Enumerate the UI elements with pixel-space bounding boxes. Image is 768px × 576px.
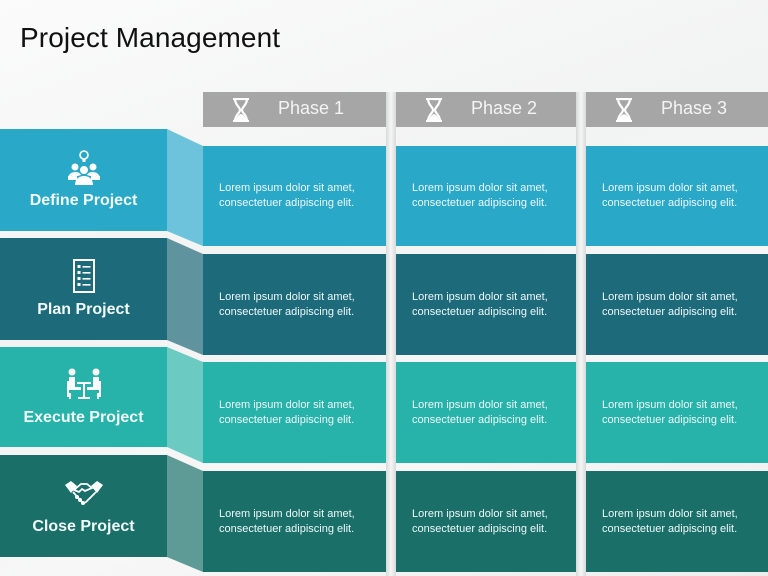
row-name: Define Project: [29, 192, 138, 209]
cell-line: Lorem ipsum dolor sit amet,: [412, 507, 548, 520]
cell-text: Lorem ipsum dolor sit amet, consectetuer …: [412, 290, 548, 320]
row-label-close-project: Close Project: [0, 455, 167, 557]
grid-cell: Lorem ipsum dolor sit amet, consectetuer …: [586, 254, 768, 355]
column-divider: [386, 92, 396, 576]
cell-line: consectetuer adipiscing elit.: [219, 413, 355, 426]
page-title: Project Management: [20, 22, 281, 53]
grid-cell: Lorem ipsum dolor sit amet, consectetuer …: [396, 471, 576, 572]
cell-text: Lorem ipsum dolor sit amet, consectetuer …: [219, 398, 355, 428]
fold-connector: [167, 455, 203, 572]
cell-text: Lorem ipsum dolor sit amet, consectetuer …: [602, 507, 738, 537]
cell-text: Lorem ipsum dolor sit amet, consectetuer …: [602, 181, 738, 211]
cell-line: consectetuer adipiscing elit.: [412, 522, 548, 535]
cell-text: Lorem ipsum dolor sit amet, consectetuer …: [602, 290, 738, 320]
cell-text: Lorem ipsum dolor sit amet, consectetuer …: [602, 398, 738, 428]
grid-cell: Lorem ipsum dolor sit amet, consectetuer …: [396, 362, 576, 463]
cell-line: consectetuer adipiscing elit.: [602, 413, 738, 426]
grid-cell: Lorem ipsum dolor sit amet, consectetuer …: [203, 146, 386, 246]
grid-cell: Lorem ipsum dolor sit amet, consectetuer …: [396, 254, 576, 355]
row-name: Execute Project: [23, 409, 144, 426]
fold-connector: [167, 347, 203, 463]
cell-line: consectetuer adipiscing elit.: [412, 305, 548, 318]
hourglass-icon: [616, 98, 632, 122]
column-divider: [576, 92, 586, 576]
hourglass-icon: [426, 98, 442, 122]
cell-line: consectetuer adipiscing elit.: [219, 305, 355, 318]
cell-line: Lorem ipsum dolor sit amet,: [602, 398, 738, 411]
cell-line: consectetuer adipiscing elit.: [602, 305, 738, 318]
grid-cell: Lorem ipsum dolor sit amet, consectetuer …: [203, 471, 386, 572]
handshake-icon: [64, 481, 103, 505]
cell-line: consectetuer adipiscing elit.: [219, 522, 355, 535]
cell-text: Lorem ipsum dolor sit amet, consectetuer …: [219, 507, 355, 537]
cell-line: consectetuer adipiscing elit.: [602, 197, 738, 209]
row-name: Plan Project: [37, 301, 130, 318]
cell-text: Lorem ipsum dolor sit amet, consectetuer …: [412, 398, 548, 428]
cell-text: Lorem ipsum dolor sit amet, consectetuer …: [412, 181, 548, 211]
checklist-icon: [72, 259, 95, 293]
hourglass-icon: [233, 98, 249, 122]
grid-cell: Lorem ipsum dolor sit amet, consectetuer …: [203, 254, 386, 355]
phase-label: Phase 2: [471, 98, 538, 118]
cell-line: Lorem ipsum dolor sit amet,: [219, 182, 355, 194]
row-label-plan-project: Plan Project: [0, 238, 167, 340]
row-name: Close Project: [32, 518, 135, 535]
phase-header-2: Phase 2: [396, 92, 576, 127]
team-idea-icon: [67, 150, 100, 185]
row-label-define-project: Define Project: [0, 129, 167, 231]
grid-cell: Lorem ipsum dolor sit amet, consectetuer …: [396, 146, 576, 246]
cell-text: Lorem ipsum dolor sit amet, consectetuer …: [219, 181, 355, 211]
phase-label: Phase 3: [661, 98, 728, 118]
phase-label: Phase 1: [278, 98, 345, 118]
meeting-icon: [66, 368, 101, 399]
cell-line: Lorem ipsum dolor sit amet,: [219, 290, 355, 303]
fold-connector: [167, 238, 203, 355]
cell-line: Lorem ipsum dolor sit amet,: [412, 182, 548, 194]
cell-line: Lorem ipsum dolor sit amet,: [219, 398, 355, 411]
row-label-execute-project: Execute Project: [0, 347, 167, 447]
fold-connector: [167, 129, 203, 246]
cell-line: consectetuer adipiscing elit.: [219, 197, 355, 209]
cell-line: consectetuer adipiscing elit.: [412, 413, 548, 426]
cell-line: Lorem ipsum dolor sit amet,: [602, 290, 738, 303]
grid-cell: Lorem ipsum dolor sit amet, consectetuer …: [586, 471, 768, 572]
cell-line: consectetuer adipiscing elit.: [602, 522, 738, 535]
cell-line: Lorem ipsum dolor sit amet,: [602, 182, 738, 194]
grid-cell: Lorem ipsum dolor sit amet, consectetuer …: [586, 362, 768, 463]
grid-cell: Lorem ipsum dolor sit amet, consectetuer …: [203, 362, 386, 463]
cell-line: Lorem ipsum dolor sit amet,: [412, 290, 548, 303]
cell-line: Lorem ipsum dolor sit amet,: [219, 507, 355, 520]
phase-header-1: Phase 1: [203, 92, 386, 127]
cell-line: Lorem ipsum dolor sit amet,: [412, 398, 548, 411]
cell-text: Lorem ipsum dolor sit amet, consectetuer …: [412, 507, 548, 537]
cell-line: Lorem ipsum dolor sit amet,: [602, 507, 738, 520]
cell-text: Lorem ipsum dolor sit amet, consectetuer …: [219, 290, 355, 320]
phase-header-3: Phase 3: [586, 92, 768, 127]
grid-cell: Lorem ipsum dolor sit amet, consectetuer …: [586, 146, 768, 246]
cell-line: consectetuer adipiscing elit.: [412, 197, 548, 209]
